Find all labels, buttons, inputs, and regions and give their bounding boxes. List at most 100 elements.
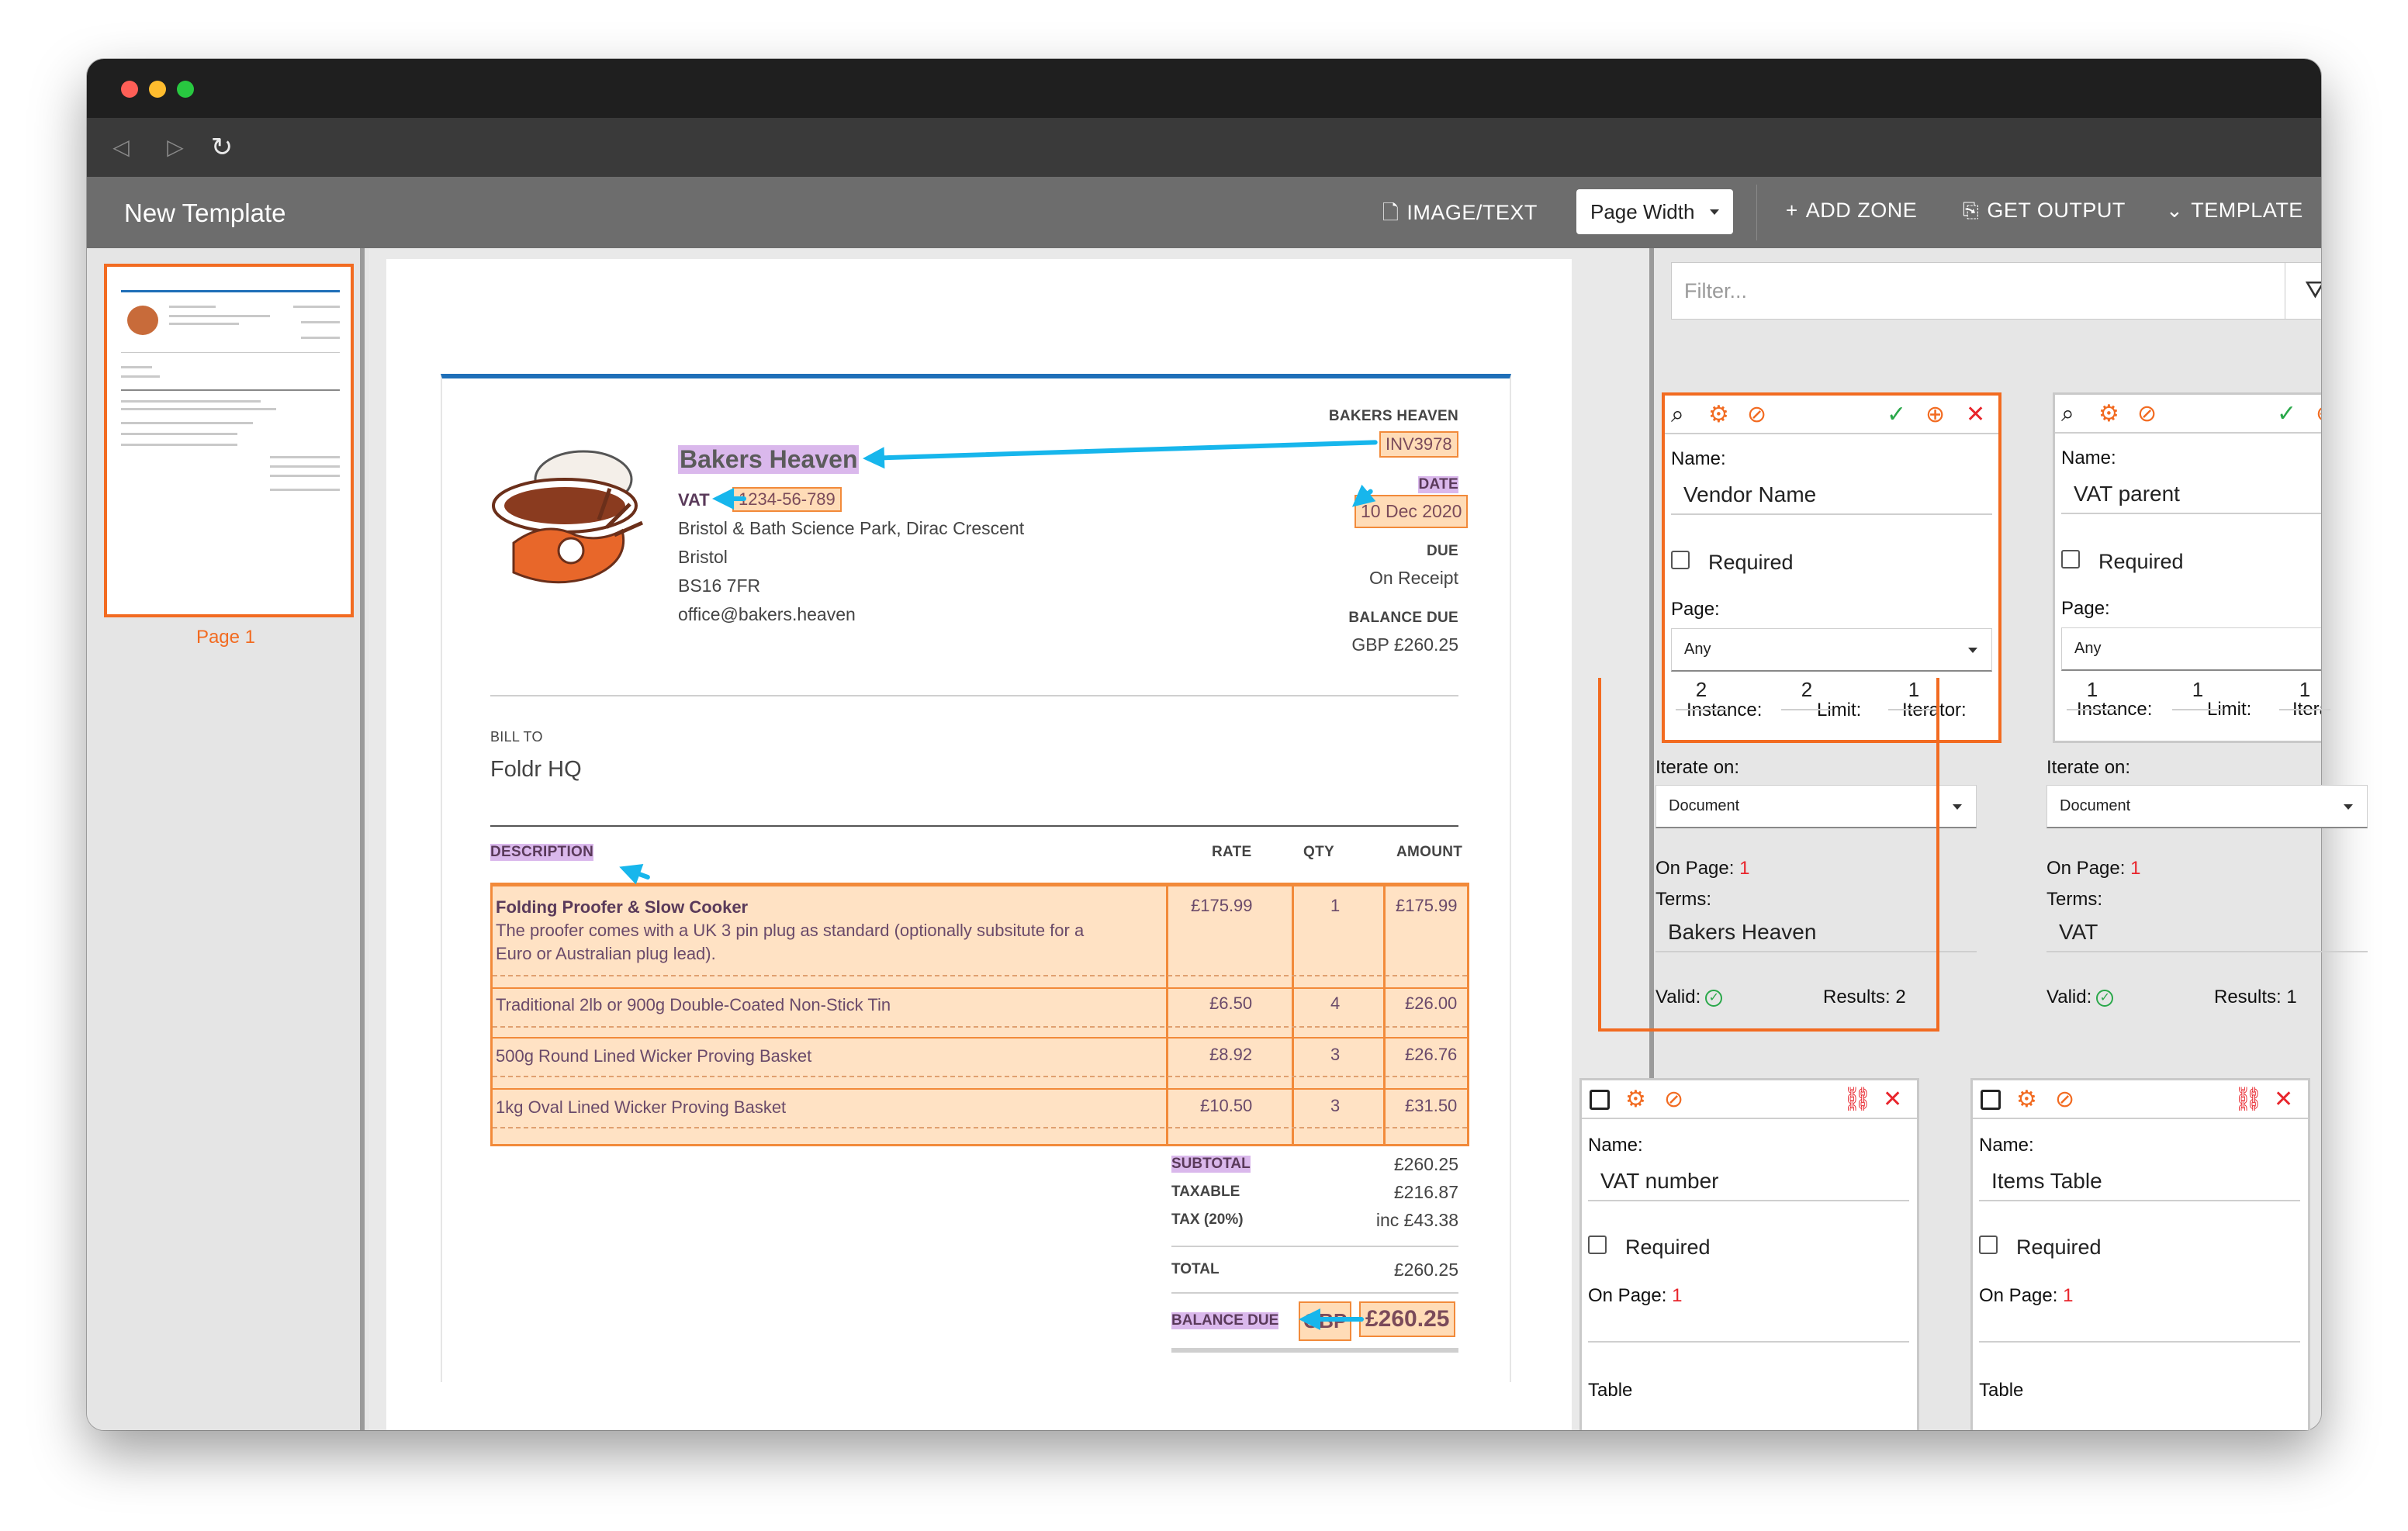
page-thumbnails-sidebar: Page 1 <box>87 248 365 1430</box>
terms-input[interactable]: VAT <box>2046 912 2368 952</box>
description-column-header[interactable]: DESCRIPTION <box>490 844 594 861</box>
valid-label: Valid: <box>1656 987 1701 1007</box>
iterate-on-select[interactable]: Document <box>1656 785 1977 828</box>
column-divider <box>1166 885 1168 1144</box>
vat-number[interactable]: 1234-56-789 <box>732 487 842 512</box>
date-label[interactable]: DATE <box>1418 476 1458 493</box>
balance-due-value: GBP £260.25 <box>1351 634 1458 655</box>
vendor-name[interactable]: Bakers Heaven <box>678 445 860 474</box>
check-circle-icon[interactable]: ✓ <box>1887 403 1906 427</box>
document-viewer[interactable]: BAKERS HEAVEN INV3978 Bakers Heaven VAT … <box>369 248 1654 1430</box>
gears-icon[interactable]: ⚙ <box>2016 1088 2037 1111</box>
invoice-page: BAKERS HEAVEN INV3978 Bakers Heaven VAT … <box>441 374 1511 1382</box>
required-checkbox[interactable] <box>1979 1236 1998 1254</box>
zoom-select[interactable]: Page Width <box>1576 189 1733 234</box>
subtotal-label[interactable]: SUBTOTAL <box>1171 1156 1251 1173</box>
zone-card-toolbar: ⚙ ⊘ ⛓ ✕ <box>1582 1080 1917 1119</box>
page-thumbnail[interactable] <box>104 264 354 617</box>
unlink-icon[interactable]: ⛓ <box>1842 1088 1872 1111</box>
get-output-button[interactable]: ⎘ GET OUTPUT <box>1963 199 2126 223</box>
eye-slash-icon[interactable]: ⊘ <box>2055 1088 2074 1111</box>
eye-slash-icon[interactable]: ⊘ <box>1664 1088 1683 1111</box>
final-balance-due-label[interactable]: BALANCE DUE <box>1171 1312 1279 1329</box>
close-icon[interactable]: ✕ <box>1966 403 1985 427</box>
gears-icon[interactable]: ⚙ <box>1708 403 1729 427</box>
close-icon[interactable]: ✕ <box>2274 1088 2293 1111</box>
name-label: Name: <box>1979 1135 2034 1156</box>
eye-slash-icon[interactable]: ⊘ <box>1747 403 1766 427</box>
search-icon[interactable]: ⌕ <box>1671 403 1684 427</box>
due-label: DUE <box>1426 543 1458 559</box>
reload-icon[interactable]: ↻ <box>208 133 236 161</box>
iterator-input[interactable]: 1 <box>1888 672 1939 710</box>
instance-input[interactable]: 1 <box>2067 672 2118 710</box>
name-input[interactable]: VAT parent <box>2061 474 2321 514</box>
minimize-window-button[interactable] <box>149 81 166 98</box>
checkbox-icon[interactable] <box>1981 1090 2001 1110</box>
iterate-on-label: Iterate on: <box>1656 757 1740 778</box>
forward-arrow-icon[interactable]: ▷ <box>161 133 189 161</box>
search-icon[interactable]: ⌕ <box>2061 403 2074 426</box>
checkbox-icon[interactable] <box>1590 1090 1610 1110</box>
name-input[interactable]: Vendor Name <box>1671 475 1992 515</box>
item-2-rate: £6.50 <box>1209 994 1253 1013</box>
on-page-label: On Page: 1 <box>2046 858 2140 880</box>
limit-input[interactable]: 2 <box>1781 672 1832 710</box>
vat-label[interactable]: VAT <box>678 490 710 510</box>
filter-input[interactable] <box>1672 263 2321 319</box>
item-1-detail: The proofer comes with a UK 3 pin plug a… <box>496 921 1085 940</box>
zone-card-items-table[interactable]: ⚙ ⊘ ⛓ ✕ Name: Items Table Required On Pa… <box>1970 1078 2310 1430</box>
back-arrow-icon[interactable]: ◁ <box>107 133 135 161</box>
thumbnail-line <box>169 306 216 308</box>
gears-icon[interactable]: ⚙ <box>2098 403 2119 426</box>
address-line-2: Bristol <box>678 547 728 567</box>
add-zone-button[interactable]: + ADD ZONE <box>1786 199 1917 223</box>
valid-status: Valid: ✓ <box>1656 987 1723 1008</box>
terms-input[interactable]: Bakers Heaven <box>1656 912 1977 952</box>
total-label: TOTAL <box>1171 1261 1220 1277</box>
iterate-on-value: Document <box>1669 797 1740 814</box>
close-icon[interactable]: ✕ <box>1883 1088 1902 1111</box>
gears-icon[interactable]: ⚙ <box>1625 1088 1646 1111</box>
crosshair-icon[interactable]: ⊕ <box>1925 403 1945 427</box>
filter-funnel-icon[interactable]: ⛛ <box>2285 263 2321 319</box>
item-2-amount: £26.00 <box>1405 994 1458 1013</box>
zone-card-vat-number[interactable]: ⚙ ⊘ ⛓ ✕ Name: VAT number Required On Pag… <box>1579 1078 1919 1430</box>
template-menu-button[interactable]: ⌄ TEMPLATE <box>2166 199 2303 223</box>
chevron-down-icon: ⌄ <box>2166 199 2184 222</box>
close-window-button[interactable] <box>121 81 138 98</box>
link-arrow <box>621 866 651 880</box>
thumbnail-line <box>121 389 340 391</box>
eye-slash-icon[interactable]: ⊘ <box>2137 403 2157 426</box>
name-input[interactable]: VAT number <box>1588 1161 1909 1201</box>
iterate-on-select[interactable]: Document <box>2046 785 2368 828</box>
crosshair-icon[interactable]: ⊕ <box>2316 403 2321 426</box>
limit-input[interactable]: 1 <box>2172 672 2223 710</box>
table-label: Table <box>1979 1380 2024 1401</box>
valid-check-icon: ✓ <box>1705 989 1723 1007</box>
item-1-rate: £175.99 <box>1191 896 1253 915</box>
invoice-number[interactable]: INV3978 <box>1379 431 1458 458</box>
link-arrow <box>712 488 746 510</box>
zoom-window-button[interactable] <box>177 81 194 98</box>
page-select[interactable]: Any <box>2061 627 2321 671</box>
unlink-icon[interactable]: ⛓ <box>2233 1088 2263 1111</box>
image-text-button[interactable]: 🗋 IMAGE/TEXT <box>1382 199 1538 233</box>
page-1-label: Page 1 <box>195 627 256 648</box>
required-checkbox[interactable] <box>1671 551 1690 569</box>
on-page-label: On Page: 1 <box>1656 858 1749 880</box>
export-icon: ⎘ <box>1963 199 1980 222</box>
required-checkbox[interactable] <box>2061 550 2080 569</box>
on-page-value: 1 <box>2130 858 2141 879</box>
items-table-zone[interactable]: Folding Proofer & Slow Cooker The proofe… <box>490 883 1469 1146</box>
page-select[interactable]: Any <box>1671 628 1992 672</box>
required-checkbox[interactable] <box>1588 1236 1607 1254</box>
vendor-card-border-bottom <box>1598 1024 1939 1032</box>
final-amount[interactable]: £260.25 <box>1359 1301 1456 1337</box>
vendor-card-border-right <box>1936 678 1939 1027</box>
instance-input[interactable]: 2 <box>1676 672 1727 710</box>
iterator-input[interactable]: 1 <box>2279 672 2330 710</box>
name-input[interactable]: Items Table <box>1979 1161 2300 1201</box>
row-divider <box>493 1088 1467 1090</box>
check-circle-icon[interactable]: ✓ <box>2277 403 2296 426</box>
